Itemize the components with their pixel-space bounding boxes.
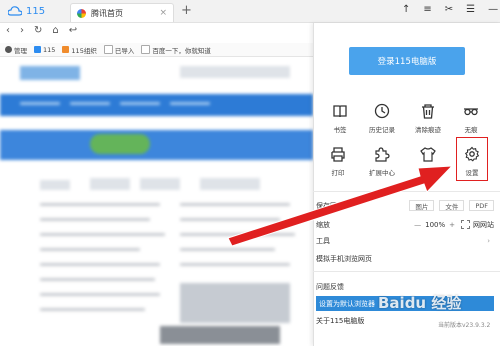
about-label: 关于115电脑版 <box>316 316 365 325</box>
folder-icon <box>103 45 113 54</box>
bookmark-115-icon <box>34 46 41 53</box>
zoom-out-button[interactable]: — <box>414 221 421 229</box>
tool-label: 无痕 <box>464 126 478 134</box>
tool-label: 清除痕迹 <box>415 126 441 134</box>
save-as-image-button[interactable]: 图片 <box>409 200 435 211</box>
zoom-row: 缩放 — 100% + 网网站 <box>316 217 494 232</box>
zoom-value: 100% <box>425 220 446 229</box>
web-page-content <box>0 58 313 346</box>
nav-buttons: ‹ › ↻ ⌂ ↩ <box>6 25 77 36</box>
tab-tencent-home[interactable]: 腾讯首页 × <box>70 3 174 22</box>
tab-title: 腾讯首页 <box>91 8 123 18</box>
mobile-browse-label: 模拟手机浏览网页 <box>316 254 372 263</box>
tool-label: 打印 <box>331 169 345 177</box>
pin-icon[interactable]: ↑ <box>402 4 410 15</box>
save-page-label: 保存网页 <box>316 201 344 210</box>
forward-icon[interactable]: › <box>20 25 24 36</box>
tool-print[interactable]: 打印 <box>318 146 358 177</box>
cloud-icon <box>8 6 22 16</box>
clock-icon <box>374 103 390 119</box>
blurred-page <box>0 58 313 346</box>
bookmark-manage[interactable]: 管理 <box>5 45 27 55</box>
list-icon[interactable]: ☰ <box>466 4 475 15</box>
zoom-label: 缩放 <box>316 220 330 229</box>
bookmarks-bar: 管理 115 115组织 已导入 百度一下，你就知道 <box>0 43 313 57</box>
bookmark-label: 百度一下，你就知道 <box>152 46 211 55</box>
page-icon <box>141 45 151 54</box>
tool-label: 扩展中心 <box>369 169 395 177</box>
printer-icon <box>331 147 345 162</box>
fullscreen-icon[interactable] <box>461 220 470 229</box>
tool-history[interactable]: 历史记录 <box>362 103 402 134</box>
chevron-right-icon: › <box>487 236 490 245</box>
bookmark-label: 管理 <box>14 46 27 55</box>
tools-label: 工具 <box>316 236 330 245</box>
back-icon[interactable]: ‹ <box>6 25 10 36</box>
menu-icon[interactable]: ≡ <box>423 4 431 15</box>
bookmark-baidu[interactable]: 百度一下，你就知道 <box>141 45 211 55</box>
scissors-icon[interactable]: ✂ <box>445 4 453 15</box>
tools-menu-item[interactable]: 工具 › <box>316 233 494 248</box>
set-default-label: 设置为默认浏览器 <box>319 299 375 308</box>
bookmark-imported[interactable]: 已导入 <box>103 45 135 55</box>
save-as-pdf-button[interactable]: PDF <box>469 200 494 211</box>
zoom-in-button[interactable]: + <box>449 221 455 229</box>
new-tab-button[interactable]: + <box>181 3 192 18</box>
home-icon[interactable]: ⌂ <box>52 25 58 36</box>
fullscreen-label[interactable]: 网网站 <box>473 220 494 230</box>
gear-small-icon <box>5 46 12 53</box>
version-text: 当前版本v23.9.3.2 <box>438 322 491 329</box>
bookmark-label: 115组织 <box>71 46 97 55</box>
mobile-browse-menu-item[interactable]: 模拟手机浏览网页 <box>316 251 494 266</box>
trash-icon <box>422 104 434 119</box>
tool-skin[interactable]: 皮肤 <box>408 146 448 177</box>
bookmark-115[interactable]: 115 <box>34 46 55 54</box>
save-page-row: 保存网页 图片 文件 PDF <box>316 198 494 213</box>
feedback-label: 问题反馈 <box>316 282 344 291</box>
bookmark-label: 已导入 <box>114 46 135 55</box>
menu-divider <box>313 191 500 192</box>
tool-label: 历史记录 <box>369 126 395 134</box>
menu-divider <box>313 271 500 272</box>
bookmark-115-org[interactable]: 115组织 <box>62 45 97 55</box>
tool-label: 皮肤 <box>421 169 435 177</box>
brand-label: 115 <box>26 5 46 17</box>
tool-incognito[interactable]: 无痕 <box>451 103 491 134</box>
settings-highlight-box <box>456 137 488 181</box>
save-as-file-button[interactable]: 文件 <box>439 200 465 211</box>
tab-close-icon[interactable]: × <box>159 8 167 18</box>
tool-clear-traces[interactable]: 清除痕迹 <box>408 103 448 134</box>
brand-logo[interactable]: 115 <box>8 4 45 18</box>
tool-bookmarks[interactable]: 书签 <box>320 103 360 134</box>
login-button[interactable]: 登录115电脑版 <box>349 47 465 75</box>
window-controls: ↑ ≡ ✂ ☰ — <box>402 4 498 15</box>
undo-icon[interactable]: ↩ <box>69 25 77 36</box>
baidu-watermark: Baidu 经验 <box>378 294 462 312</box>
minimize-icon[interactable]: — <box>488 4 498 15</box>
reload-icon[interactable]: ↻ <box>34 25 42 36</box>
tab-favicon-icon <box>77 8 86 18</box>
tool-label: 书签 <box>333 126 347 134</box>
incognito-icon <box>464 108 478 116</box>
bookmark-org-icon <box>62 46 70 53</box>
shirt-icon <box>420 147 436 162</box>
puzzle-icon <box>375 147 390 162</box>
book-icon <box>333 105 347 118</box>
tool-extensions[interactable]: 扩展中心 <box>362 146 402 177</box>
bookmark-label: 115 <box>43 45 56 54</box>
